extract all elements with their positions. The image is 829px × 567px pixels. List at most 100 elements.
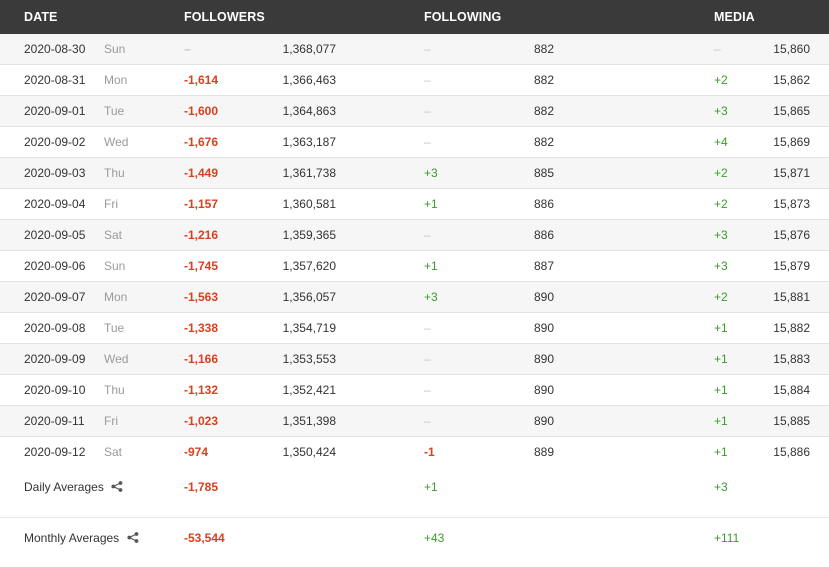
table-row: 2020-09-09 Wed -1,166 1,353,553 – 890 +1 15,883 bbox=[0, 344, 829, 375]
header-followers: FOLLOWERS bbox=[184, 10, 265, 24]
row-following-total: 890 bbox=[533, 352, 554, 366]
table-row: 2020-09-01 Tue -1,600 1,364,863 – 882 +3 15,865 bbox=[0, 96, 829, 127]
daily-averages-label-wrap[interactable]: Daily Averages bbox=[24, 467, 123, 507]
table-row: 2020-09-10 Thu -1,132 1,352,421 – 890 +1 15,884 bbox=[0, 375, 829, 406]
row-date: 2020-09-08 bbox=[24, 321, 86, 335]
daily-averages-label: Daily Averages bbox=[24, 480, 104, 494]
table-row: 2020-09-07 Mon -1,563 1,356,057 +3 890 +2 15,88… bbox=[0, 282, 829, 313]
header-media: MEDIA bbox=[714, 10, 755, 24]
row-following-change: +1 bbox=[424, 259, 438, 273]
row-followers-change: -1,676 bbox=[184, 135, 219, 149]
row-date: 2020-09-04 bbox=[24, 197, 86, 211]
row-followers-total: 1,363,187 bbox=[282, 135, 336, 149]
row-date: 2020-09-05 bbox=[24, 228, 86, 242]
row-media-change: +1 bbox=[714, 383, 728, 397]
row-media-change: +4 bbox=[714, 135, 728, 149]
row-followers-total: 1,366,463 bbox=[282, 73, 336, 87]
row-following-total: 886 bbox=[533, 197, 554, 211]
row-followers-total: 1,360,581 bbox=[282, 197, 336, 211]
monthly-avg-media: +111 bbox=[714, 531, 740, 545]
header-date: DATE bbox=[24, 10, 58, 24]
row-media-change: +2 bbox=[714, 290, 728, 304]
row-media-total: 15,886 bbox=[773, 445, 810, 459]
row-followers-change: -1,216 bbox=[184, 228, 219, 242]
row-following-change: – bbox=[424, 135, 431, 149]
table-row: 2020-09-08 Tue -1,338 1,354,719 – 890 +1 15,882 bbox=[0, 313, 829, 344]
daily-avg-media: +3 bbox=[714, 480, 728, 494]
row-following-total: 890 bbox=[533, 290, 554, 304]
table-header: DATE FOLLOWERS FOLLOWING MEDIA bbox=[0, 0, 829, 34]
row-weekday: Thu bbox=[104, 166, 125, 180]
row-followers-change: -1,023 bbox=[184, 414, 219, 428]
share-icon[interactable] bbox=[126, 532, 139, 544]
row-weekday: Sun bbox=[104, 42, 126, 56]
table-row: 2020-09-05 Sat -1,216 1,359,365 – 886 +3 15,876 bbox=[0, 220, 829, 251]
row-followers-change: -1,563 bbox=[184, 290, 219, 304]
row-followers-total: 1,353,553 bbox=[282, 352, 336, 366]
row-media-change: +3 bbox=[714, 104, 728, 118]
row-date: 2020-09-12 bbox=[24, 445, 86, 459]
row-following-total: 882 bbox=[533, 135, 554, 149]
row-followers-change: -1,157 bbox=[184, 197, 219, 211]
row-media-change: +2 bbox=[714, 166, 728, 180]
table-row: 2020-09-02 Wed -1,676 1,363,187 – 882 +4 15,869 bbox=[0, 127, 829, 158]
row-date: 2020-09-07 bbox=[24, 290, 86, 304]
row-followers-total: 1,364,863 bbox=[282, 104, 336, 118]
row-following-total: 890 bbox=[533, 321, 554, 335]
row-weekday: Wed bbox=[104, 135, 129, 149]
row-followers-change: -1,449 bbox=[184, 166, 219, 180]
monthly-averages-label-wrap[interactable]: Monthly Averages bbox=[24, 518, 139, 558]
row-following-total: 882 bbox=[533, 73, 554, 87]
row-media-total: 15,871 bbox=[773, 166, 810, 180]
row-date: 2020-08-30 bbox=[24, 42, 86, 56]
row-weekday: Tue bbox=[104, 104, 125, 118]
row-followers-total: 1,351,398 bbox=[282, 414, 336, 428]
row-following-total: 886 bbox=[533, 228, 554, 242]
share-icon[interactable] bbox=[111, 481, 123, 493]
row-date: 2020-09-02 bbox=[24, 135, 86, 149]
stats-table: DATE FOLLOWERS FOLLOWING MEDIA 2020-08-3… bbox=[0, 0, 829, 567]
row-followers-total: 1,368,077 bbox=[282, 42, 336, 56]
table-row: 2020-09-12 Sat -974 1,350,424 -1 889 +1 15,886 bbox=[0, 437, 829, 469]
row-media-total: 15,885 bbox=[773, 414, 810, 428]
row-followers-total: 1,356,057 bbox=[282, 290, 336, 304]
row-date: 2020-09-03 bbox=[24, 166, 86, 180]
row-followers-total: 1,352,421 bbox=[282, 383, 336, 397]
row-followers-total: 1,361,738 bbox=[282, 166, 336, 180]
row-weekday: Thu bbox=[104, 383, 125, 397]
row-following-change: – bbox=[424, 42, 431, 56]
row-media-change: +1 bbox=[714, 352, 728, 366]
row-media-change: +3 bbox=[714, 259, 728, 273]
row-media-total: 15,881 bbox=[773, 290, 810, 304]
row-weekday: Fri bbox=[104, 414, 118, 428]
row-following-total: 889 bbox=[533, 445, 554, 459]
table-row: 2020-09-06 Sun -1,745 1,357,620 +1 887 +3 15,87… bbox=[0, 251, 829, 282]
row-date: 2020-09-01 bbox=[24, 104, 86, 118]
row-media-total: 15,884 bbox=[773, 383, 810, 397]
table-row: 2020-08-30 Sun – 1,368,077 – 882 – 15,860 bbox=[0, 34, 829, 65]
row-following-total: 882 bbox=[533, 104, 554, 118]
row-following-change: – bbox=[424, 383, 431, 397]
row-following-change: – bbox=[424, 352, 431, 366]
row-media-total: 15,883 bbox=[773, 352, 810, 366]
daily-avg-followers: -1,785 bbox=[184, 480, 219, 494]
row-following-total: 882 bbox=[533, 42, 554, 56]
row-media-change: +2 bbox=[714, 197, 728, 211]
row-date: 2020-08-31 bbox=[24, 73, 86, 87]
row-media-total: 15,873 bbox=[773, 197, 810, 211]
row-media-change: +1 bbox=[714, 445, 728, 459]
row-media-change: – bbox=[714, 42, 721, 56]
row-followers-total: 1,359,365 bbox=[282, 228, 336, 242]
row-following-change: +1 bbox=[424, 197, 438, 211]
row-media-change: +1 bbox=[714, 414, 728, 428]
table-row: 2020-09-11 Fri -1,023 1,351,398 – 890 +1 15,885 bbox=[0, 406, 829, 437]
row-weekday: Wed bbox=[104, 352, 129, 366]
monthly-avg-followers: -53,544 bbox=[184, 531, 225, 545]
row-following-total: 887 bbox=[533, 259, 554, 273]
row-followers-change: -1,745 bbox=[184, 259, 219, 273]
row-media-change: +3 bbox=[714, 228, 728, 242]
daily-avg-following: +1 bbox=[424, 480, 438, 494]
row-following-change: – bbox=[424, 321, 431, 335]
row-followers-change: -1,338 bbox=[184, 321, 219, 335]
row-date: 2020-09-06 bbox=[24, 259, 86, 273]
